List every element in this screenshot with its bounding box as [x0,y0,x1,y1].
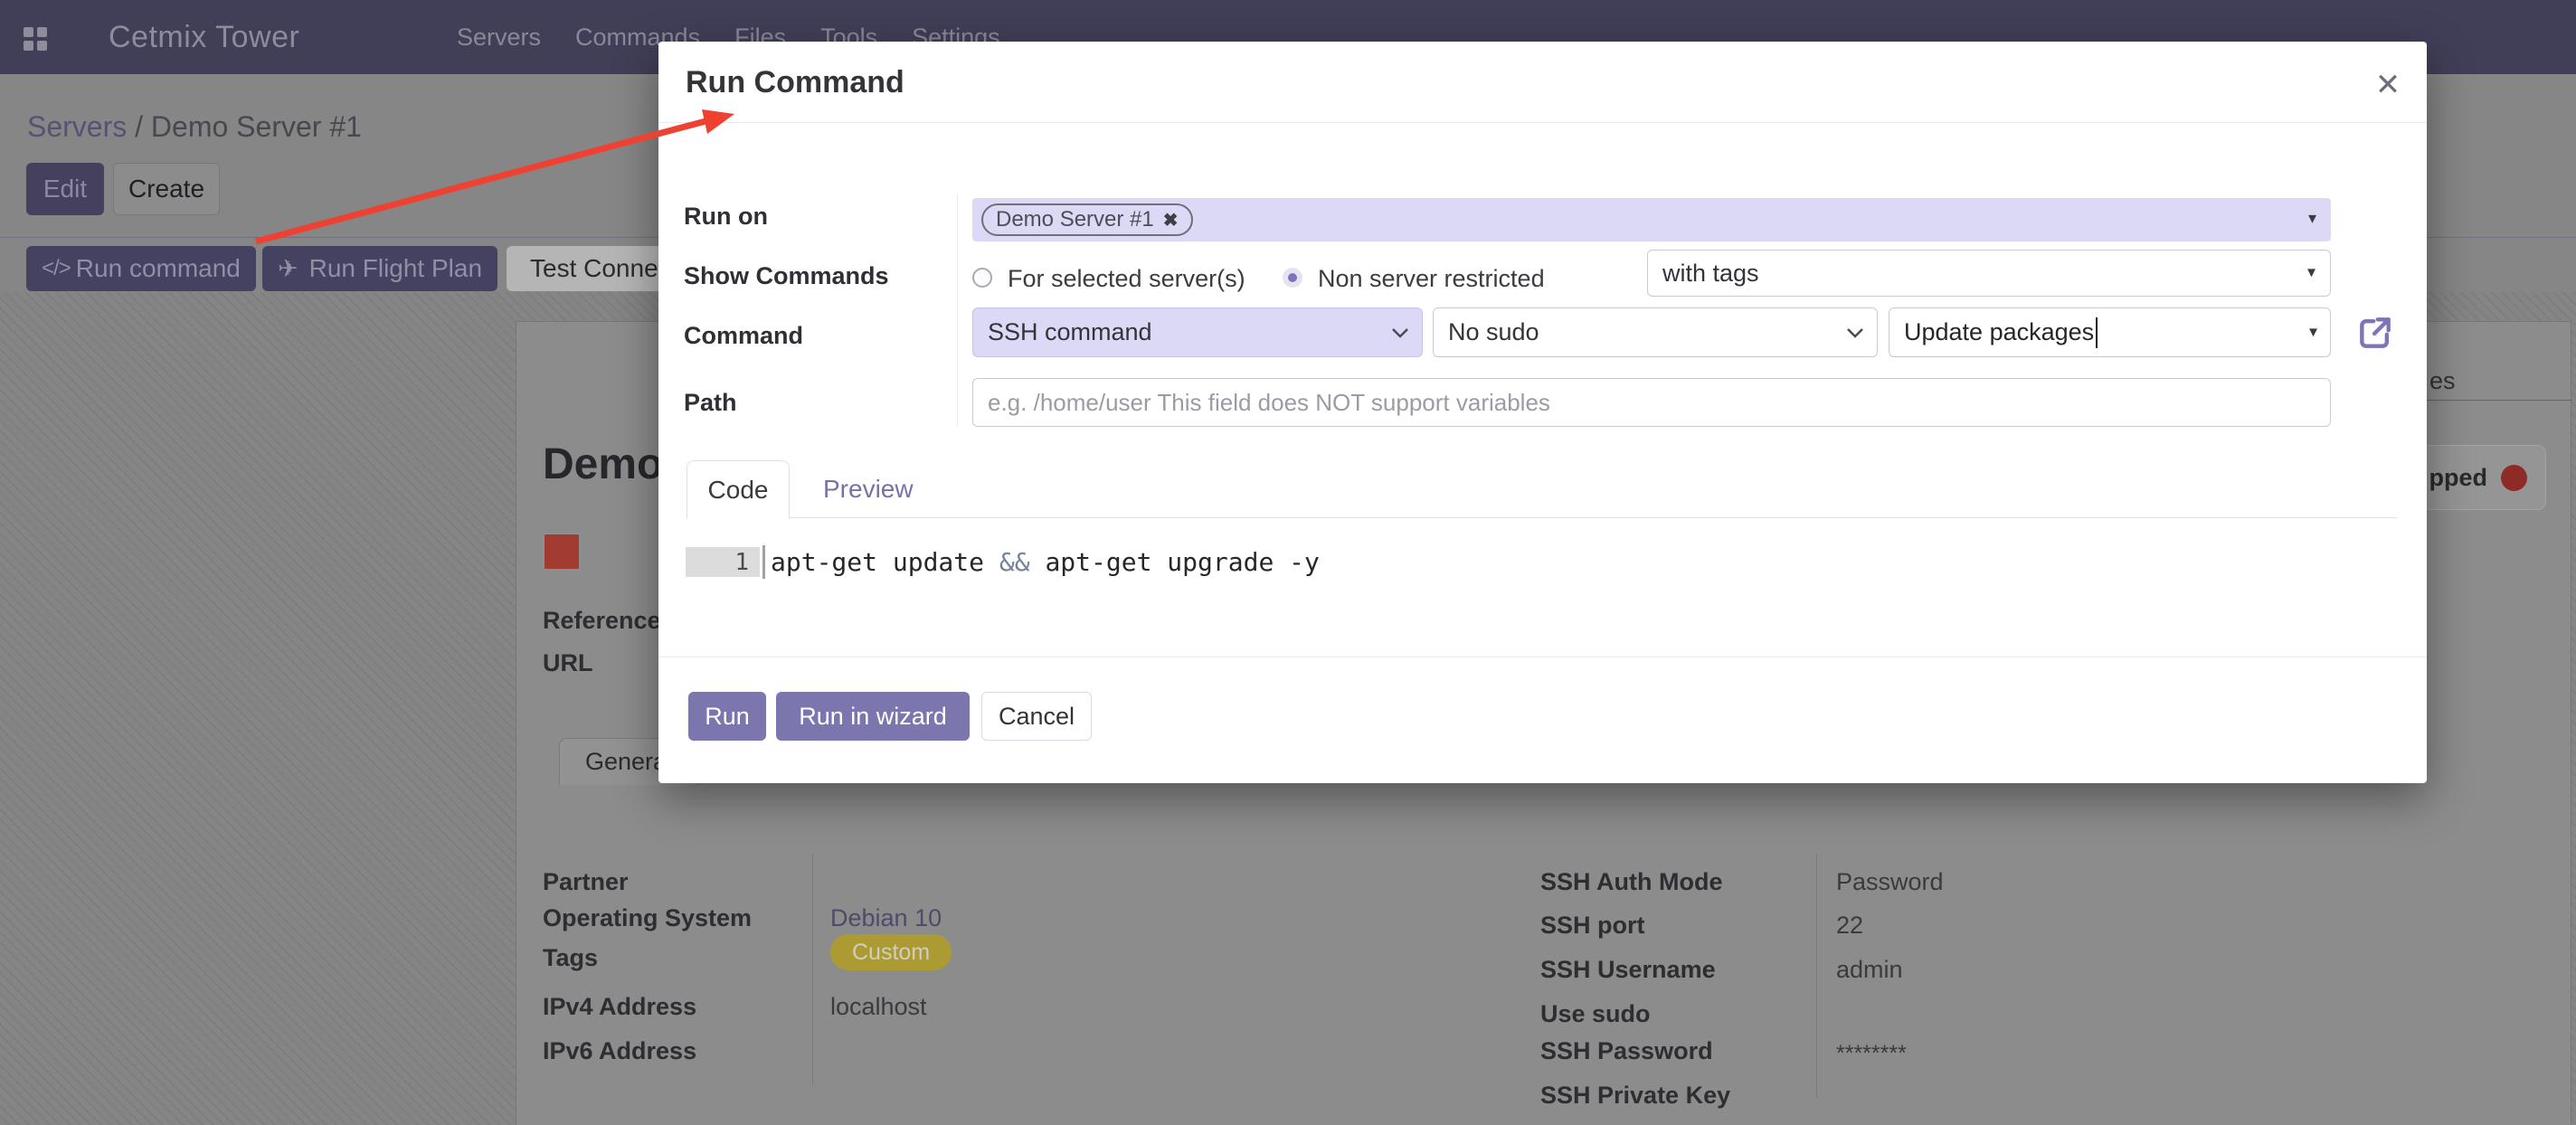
use-sudo-label: Use sudo [1540,1000,1651,1028]
code-line-number: 1 [686,547,760,577]
ssh-password-value: ******** [1836,1041,1907,1067]
code-editor-line[interactable]: apt-get update && apt-get upgrade -y [771,547,1320,577]
server-tag-label: Demo Server #1 [996,207,1154,232]
run-flight-plan-button[interactable]: ✈ Run Flight Plan [262,246,497,291]
close-icon[interactable]: ✕ [2368,65,2408,105]
modal-title: Run Command [686,42,904,123]
run-in-wizard-button[interactable]: Run in wizard [776,692,970,741]
plane-icon: ✈ [278,255,298,283]
radio-for-selected-servers-label[interactable]: For selected server(s) [1008,265,1245,293]
tags-label: Tags [543,944,598,972]
tab-preview-label: Preview [823,475,914,504]
command-type-select[interactable]: SSH command [972,307,1423,357]
server-title: Demo [543,440,663,489]
os-label: Operating System [543,904,752,932]
chevron-down-icon [1846,327,1864,338]
sudo-value: No sudo [1448,318,1539,346]
caret-down-icon: ▾ [2309,322,2317,341]
tag-custom-badge[interactable]: Custom [830,934,952,970]
run-on-label: Run on [684,203,768,231]
code-operator: && [999,547,1030,577]
command-type-value: SSH command [988,318,1152,346]
server-avatar [543,533,581,571]
breadcrumb-separator: / [127,110,151,143]
ssh-auth-mode-value: Password [1836,868,1944,896]
ssh-password-label: SSH Password [1540,1037,1713,1065]
ipv6-label: IPv6 Address [543,1037,696,1065]
tab-preview[interactable]: Preview [814,460,923,517]
ipv4-label: IPv4 Address [543,993,696,1021]
run-flight-plan-label: Run Flight Plan [309,254,482,283]
run-command-button[interactable]: </> Run command [26,246,256,291]
info-left-separator [812,854,813,1086]
code-text: apt-get upgrade -y [1030,547,1320,577]
remove-tag-icon[interactable]: ✖ [1163,209,1179,232]
server-status-label: pped [2429,464,2488,492]
ipv4-value: localhost [830,993,927,1021]
ssh-username-value: admin [1836,956,1903,984]
ssh-auth-mode-label: SSH Auth Mode [1540,868,1723,896]
nav-item-servers[interactable]: Servers [457,24,541,52]
tags-filter-select[interactable]: with tags ▾ [1647,250,2331,297]
run-button[interactable]: Run [688,692,766,741]
partner-label: Partner [543,868,629,896]
tabs-bottom-border [687,517,2397,518]
chevron-down-icon [1391,327,1409,338]
ssh-private-key-label: SSH Private Key [1540,1082,1730,1110]
stat-button-fragment[interactable]: es [2429,367,2456,395]
radio-non-server-restricted[interactable] [1283,268,1302,288]
apps-grid-icon[interactable] [24,27,47,51]
cancel-button[interactable]: Cancel [981,692,1092,741]
reference-label: Reference [543,607,661,635]
app-brand: Cetmix Tower [109,0,299,74]
ssh-port-label: SSH port [1540,912,1645,940]
caret-down-icon: ▾ [2307,262,2316,281]
code-cursor [762,545,765,579]
path-label: Path [684,389,737,417]
command-name-value: Update packages [1904,318,2094,346]
show-commands-label: Show Commands [684,262,889,290]
run-command-label: Run command [76,254,241,283]
ssh-port-value: 22 [1836,912,1863,940]
breadcrumb: Servers / Demo Server #1 [27,110,362,144]
code-text: apt-get update [771,547,999,577]
command-name-combobox[interactable]: Update packages ▾ [1889,307,2331,357]
tag-custom-label: Custom [852,940,930,966]
path-input[interactable] [972,378,2331,427]
info-right-separator [1816,854,1817,1098]
breadcrumb-servers-link[interactable]: Servers [27,110,127,143]
tab-code[interactable]: Code [687,460,790,519]
run-on-multiselect[interactable]: Demo Server #1 ✖ ▾ [972,198,2331,241]
server-tag-pill: Demo Server #1 ✖ [981,203,1193,236]
test-connection-label: Test Conne [530,254,658,283]
modal-header: Run Command ✕ [658,42,2427,123]
ssh-username-label: SSH Username [1540,956,1716,984]
radio-non-server-restricted-label[interactable]: Non server restricted [1318,265,1545,293]
command-label: Command [684,322,803,350]
caret-down-icon[interactable]: ▾ [2308,209,2316,228]
create-button[interactable]: Create [113,163,220,215]
code-icon: </> [42,256,71,281]
run-command-modal: Run Command ✕ Run on Demo Server #1 ✖ ▾ … [658,42,2427,783]
os-value-link[interactable]: Debian 10 [830,904,942,932]
radio-for-selected-servers[interactable] [972,268,992,288]
screen: Cetmix Tower Servers Commands Files Tool… [0,0,2576,1125]
url-label: URL [543,649,593,677]
external-link-icon[interactable] [2355,313,2395,353]
tags-filter-value: with tags [1662,260,1759,288]
edit-button[interactable]: Edit [26,163,104,215]
text-cursor [2096,317,2098,348]
status-dot-icon [2501,465,2527,491]
breadcrumb-current: Demo Server #1 [151,110,362,143]
tab-code-label: Code [708,476,769,505]
sudo-select[interactable]: No sudo [1433,307,1878,357]
form-group-separator [957,194,958,427]
